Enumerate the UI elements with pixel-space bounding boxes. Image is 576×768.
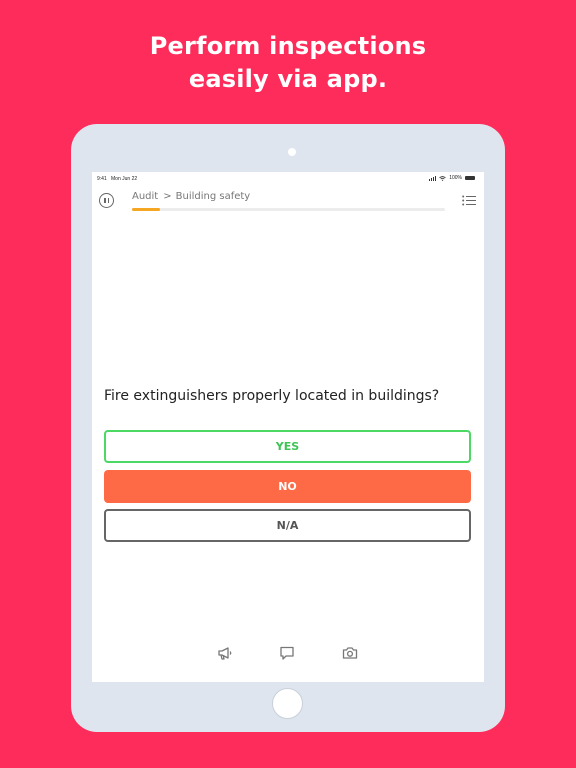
- home-button[interactable]: [272, 688, 303, 719]
- answer-no-button[interactable]: NO: [104, 470, 471, 503]
- answer-na-button[interactable]: N/A: [104, 509, 471, 542]
- megaphone-icon[interactable]: [217, 645, 233, 661]
- status-indicators: 100%: [429, 175, 475, 181]
- headline-line-2: easily via app.: [188, 65, 388, 93]
- marketing-headline: Perform inspections easily via app.: [0, 30, 576, 96]
- progress-bar: [132, 208, 445, 211]
- wifi-icon: [439, 175, 446, 181]
- status-bar: 9:41 Mon Jun 22 100%: [92, 172, 484, 186]
- list-icon[interactable]: [462, 195, 476, 206]
- headline-line-1: Perform inspections: [149, 32, 427, 60]
- status-date: Mon Jun 22: [111, 176, 138, 182]
- camera-icon[interactable]: [342, 645, 358, 661]
- pause-icon-bar-right: [107, 198, 109, 203]
- status-time: 9:41: [97, 176, 107, 182]
- battery-percent: 100%: [449, 175, 462, 181]
- comment-icon[interactable]: [279, 645, 295, 661]
- progress-fill: [132, 208, 161, 211]
- answer-yes-button[interactable]: YES: [104, 430, 471, 463]
- breadcrumb-current: Building safety: [175, 191, 251, 202]
- tablet-camera: [288, 148, 296, 156]
- battery-icon: [465, 176, 475, 180]
- signal-icon: [429, 175, 437, 181]
- breadcrumb-parent[interactable]: Audit: [132, 191, 158, 202]
- pause-icon-bar-left: [104, 198, 106, 203]
- question-text: Fire extinguishers properly located in b…: [104, 388, 440, 404]
- app-screen: 9:41 Mon Jun 22 100% Audit > Building safe…: [92, 172, 484, 682]
- breadcrumb: Audit > Building safety: [132, 191, 250, 202]
- breadcrumb-separator: >: [163, 191, 172, 202]
- pause-button[interactable]: [99, 193, 114, 208]
